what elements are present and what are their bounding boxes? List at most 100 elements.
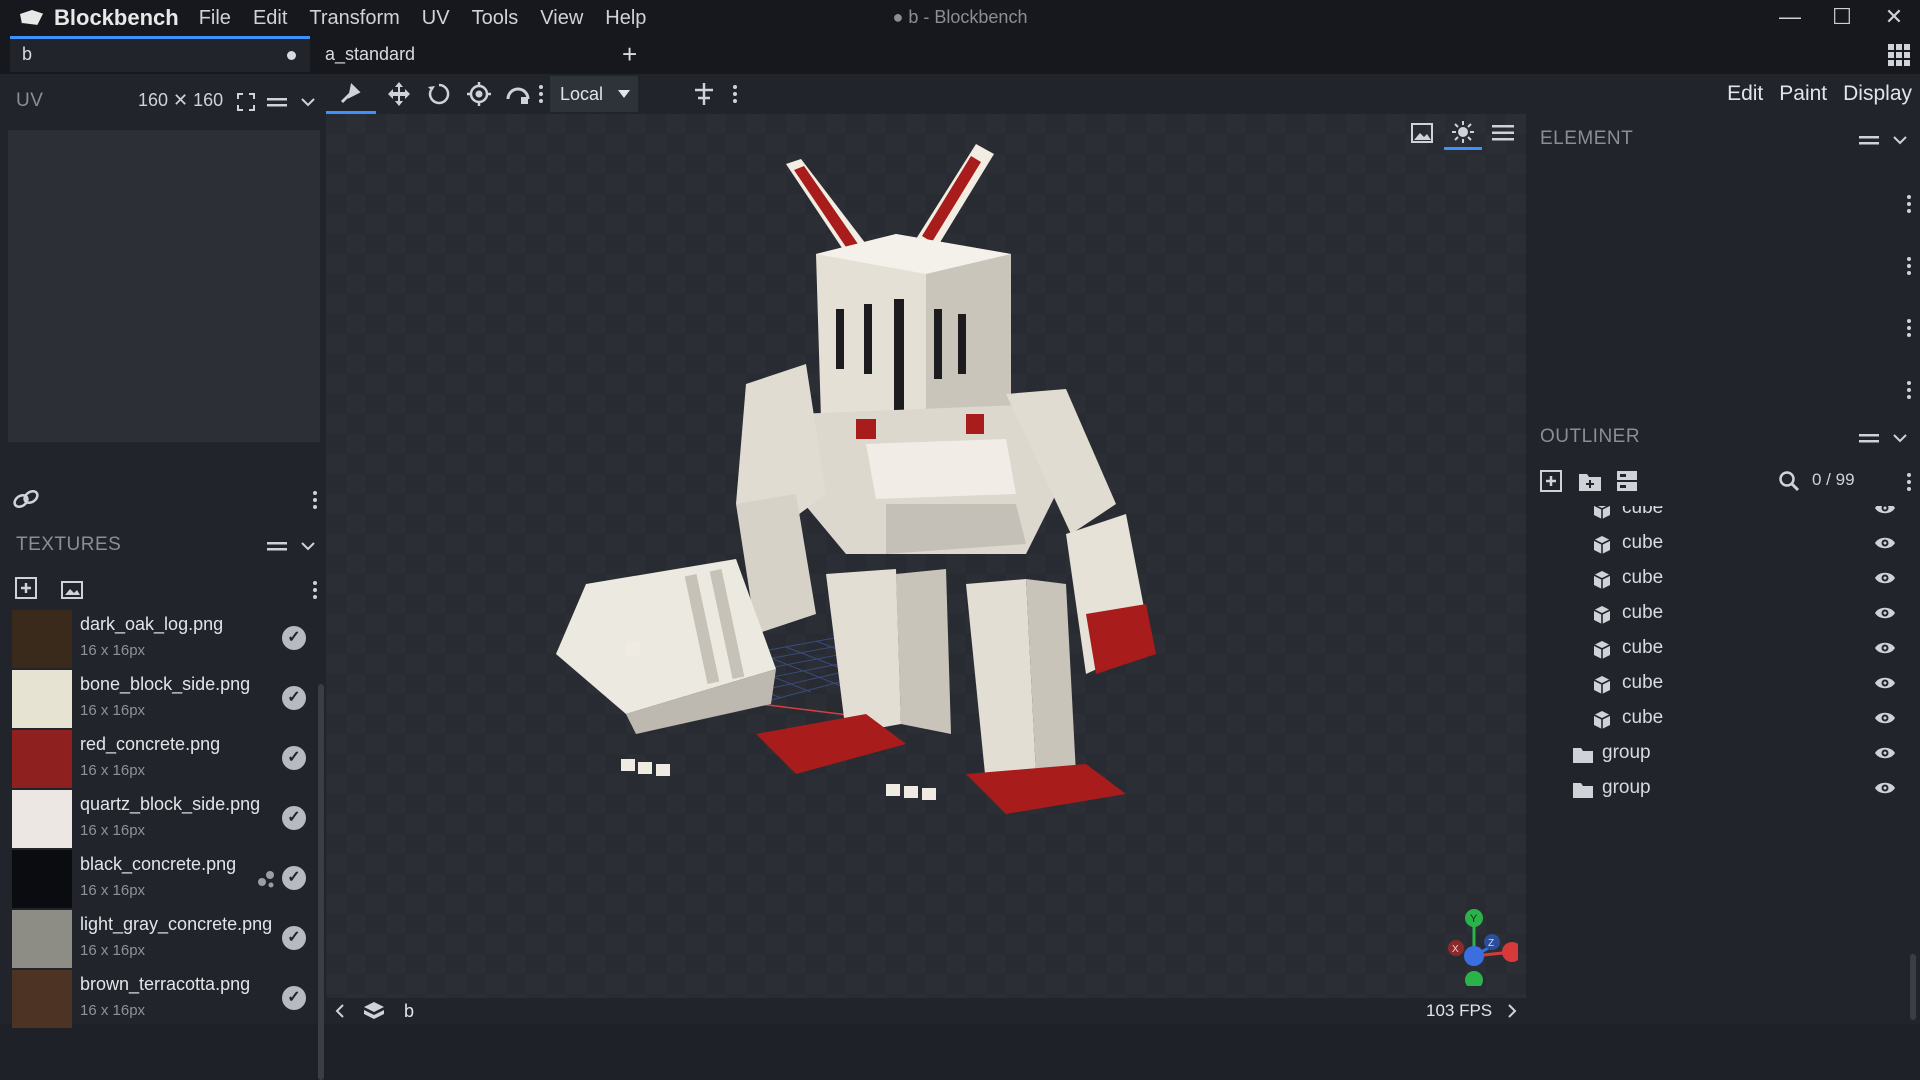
visibility-eye-icon[interactable] [1874, 535, 1896, 551]
menu-file[interactable]: File [199, 7, 231, 30]
more-options-icon[interactable] [1906, 318, 1912, 338]
chevron-down-icon[interactable] [300, 94, 316, 110]
outliner-toggle-icon[interactable] [1616, 470, 1638, 492]
outliner-item-label: cube [1622, 637, 1664, 658]
mode-edit[interactable]: Edit [1727, 74, 1764, 117]
pivot-mode-select[interactable]: Local [550, 76, 638, 112]
outliner-cube-row[interactable]: cube [1526, 527, 1906, 562]
outliner-scrollbar[interactable] [1910, 954, 1916, 1020]
particle-texture-icon[interactable] [256, 870, 276, 888]
panel-drag-handle-icon[interactable] [266, 538, 288, 554]
texture-visible-check-icon[interactable]: ✓ [282, 746, 306, 770]
mode-display[interactable]: Display [1843, 74, 1912, 117]
texture-visible-check-icon[interactable]: ✓ [282, 926, 306, 950]
outliner-cube-row[interactable]: cube [1526, 632, 1906, 667]
outliner-item-label: cube [1622, 506, 1664, 518]
app-brand: Blockbench [18, 5, 179, 31]
import-texture-icon[interactable] [60, 578, 84, 600]
chevron-left-icon[interactable] [334, 1004, 346, 1018]
texture-item[interactable]: dark_oak_log.png 16 x 16px ✓ [10, 610, 320, 670]
more-options-icon[interactable] [1906, 380, 1912, 400]
menu-view[interactable]: View [540, 7, 583, 30]
texture-item[interactable]: brown_terracotta.png 16 x 16px ✓ [10, 970, 320, 1030]
tab-a-standard[interactable]: a_standard [325, 36, 415, 72]
outliner-cube-row[interactable]: cube [1526, 702, 1906, 737]
outliner-cube-row[interactable]: cube [1526, 597, 1906, 632]
more-options-icon[interactable] [538, 84, 544, 104]
texture-item[interactable]: red_concrete.png 16 x 16px ✓ [10, 730, 320, 790]
chevron-down-icon[interactable] [300, 538, 316, 554]
visibility-eye-icon[interactable] [1874, 506, 1896, 516]
visibility-eye-icon[interactable] [1874, 570, 1896, 586]
chevron-right-icon[interactable] [1506, 1004, 1518, 1018]
visibility-eye-icon[interactable] [1874, 710, 1896, 726]
new-tab-plus-icon[interactable]: + [622, 36, 637, 72]
texture-item[interactable]: black_concrete.png 16 x 16px ✓ [10, 850, 320, 910]
outliner-panel-title: OUTLINER [1540, 426, 1641, 447]
more-options-icon[interactable] [312, 580, 318, 600]
menu-tools[interactable]: Tools [472, 7, 519, 30]
menu-transform[interactable]: Transform [309, 7, 399, 30]
pivot-tool-icon[interactable] [466, 81, 492, 107]
tab-b[interactable]: b [10, 36, 310, 72]
outliner-cube-row[interactable]: cube [1526, 562, 1906, 597]
window-controls: — ☐ ✕ [1764, 0, 1920, 36]
mirror-modeling-icon[interactable] [692, 82, 716, 106]
visibility-eye-icon[interactable] [1874, 605, 1896, 621]
chevron-down-icon[interactable] [1892, 132, 1908, 148]
outliner-group-row[interactable]: group [1526, 772, 1906, 807]
texture-visible-check-icon[interactable]: ✓ [282, 986, 306, 1010]
uv-editor-canvas[interactable] [8, 130, 320, 442]
menu-help[interactable]: Help [605, 7, 646, 30]
outliner-cube-row[interactable]: cube [1526, 667, 1906, 702]
start-screen-grid-icon[interactable] [1888, 44, 1910, 66]
menu-uv[interactable]: UV [422, 7, 450, 30]
link-icon[interactable] [12, 488, 40, 510]
search-icon[interactable] [1778, 470, 1800, 492]
visibility-eye-icon[interactable] [1874, 675, 1896, 691]
add-group-icon[interactable] [1578, 470, 1602, 492]
add-cube-icon[interactable] [1540, 470, 1562, 492]
mode-paint[interactable]: Paint [1779, 74, 1827, 117]
more-options-icon[interactable] [1906, 472, 1912, 492]
close-icon[interactable]: ✕ [1868, 0, 1920, 36]
add-texture-icon[interactable] [14, 576, 38, 600]
more-options-icon[interactable] [312, 490, 318, 510]
texture-thumbnail [12, 850, 72, 908]
maximize-icon[interactable]: ☐ [1816, 0, 1868, 36]
folder-icon [1573, 783, 1593, 798]
visibility-eye-icon[interactable] [1874, 640, 1896, 656]
rotate-tool-icon[interactable] [426, 81, 452, 107]
more-options-icon[interactable] [1906, 194, 1912, 214]
3d-viewport[interactable]: Y X Z [326, 114, 1526, 998]
texture-visible-check-icon[interactable]: ✓ [282, 866, 306, 890]
chevron-down-icon[interactable] [1892, 430, 1908, 446]
visibility-eye-icon[interactable] [1874, 745, 1896, 761]
model-render[interactable] [326, 114, 1526, 998]
texture-item[interactable]: bone_block_side.png 16 x 16px ✓ [10, 670, 320, 730]
texture-list-scrollbar[interactable] [318, 684, 324, 1080]
more-options-icon[interactable] [1906, 256, 1912, 276]
move-tool-icon[interactable] [386, 81, 412, 107]
panel-drag-handle-icon[interactable] [1858, 132, 1880, 148]
outliner-cube-row[interactable]: cube [1526, 506, 1906, 527]
panel-drag-handle-icon[interactable] [266, 94, 288, 110]
cube-icon [1593, 571, 1611, 589]
axis-gizmo[interactable]: Y X Z [1432, 904, 1518, 986]
texture-visible-check-icon[interactable]: ✓ [282, 626, 306, 650]
minimize-icon[interactable]: — [1764, 0, 1816, 36]
tool-vertex-snap-active[interactable] [326, 74, 376, 114]
texture-visible-check-icon[interactable]: ✓ [282, 806, 306, 830]
texture-visible-check-icon[interactable]: ✓ [282, 686, 306, 710]
texture-item[interactable]: light_gray_concrete.png 16 x 16px ✓ [10, 910, 320, 970]
fullscreen-icon[interactable] [236, 92, 256, 112]
texture-item[interactable]: quartz_block_side.png 16 x 16px ✓ [10, 790, 320, 850]
scale-tool-icon[interactable] [504, 81, 532, 107]
visibility-eye-icon[interactable] [1874, 780, 1896, 796]
uv-size-label[interactable]: 160 ✕ 160 [138, 90, 223, 111]
panel-drag-handle-icon[interactable] [1858, 430, 1880, 446]
menu-edit[interactable]: Edit [253, 7, 287, 30]
outliner-group-row[interactable]: group [1526, 737, 1906, 772]
more-options-icon[interactable] [732, 84, 738, 104]
tab-bar: b a_standard + [0, 36, 1920, 74]
